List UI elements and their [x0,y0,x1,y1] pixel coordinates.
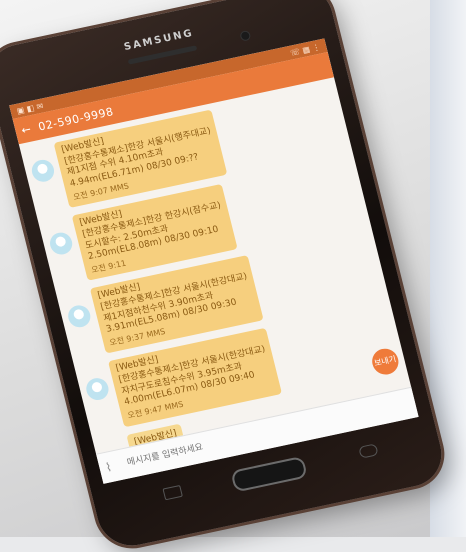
photo-frame: SAMSUNG ▣ ◧ ✉ ☏ ▦ ⋮ ← 02-590-9998 [Web발신… [0,0,466,552]
back-arrow-icon[interactable]: ← [20,122,32,137]
sender-avatar-icon [65,303,93,330]
smartphone: SAMSUNG ▣ ◧ ✉ ☏ ▦ ⋮ ← 02-590-9998 [Web발신… [0,0,449,552]
phone-screen: ▣ ◧ ✉ ☏ ▦ ⋮ ← 02-590-9998 [Web발신] [한강홍수통… [9,38,419,484]
sender-avatar-icon [84,376,111,403]
sender-avatar-icon [47,230,75,257]
attach-icon[interactable]: ⌇ [104,458,121,475]
sender-avatar-icon [29,157,57,184]
